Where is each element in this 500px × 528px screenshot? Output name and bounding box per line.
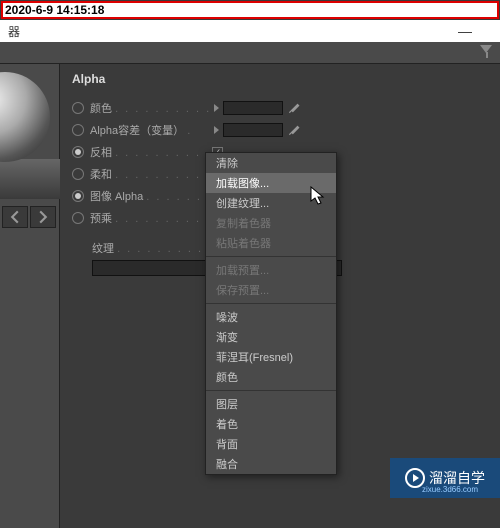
menu-paste-shader: 粘贴着色器 xyxy=(206,233,336,253)
window-title: 器 xyxy=(8,23,20,40)
prop-alpha-tol-label: Alpha容差（变量） . xyxy=(90,122,210,138)
radio-image-alpha[interactable] xyxy=(72,190,84,202)
menu-copy-shader: 复制着色器 xyxy=(206,213,336,233)
radio-soft[interactable] xyxy=(72,168,84,180)
watermark: 溜溜自学 zixue.3d66.com xyxy=(390,458,500,498)
panel-title: Alpha xyxy=(72,72,488,86)
prop-alpha-tolerance-row: Alpha容差（变量） . xyxy=(72,120,488,140)
eyedropper-icon[interactable] xyxy=(287,101,301,115)
menu-save-preset: 保存预置... xyxy=(206,280,336,300)
nav-right-button[interactable] xyxy=(30,206,56,228)
prop-color-label: 颜色 . . . . . . . . . . xyxy=(90,100,210,116)
radio-alpha-tol[interactable] xyxy=(72,124,84,136)
menu-shade[interactable]: 着色 xyxy=(206,414,336,434)
nav-left-button[interactable] xyxy=(2,206,28,228)
menu-backface[interactable]: 背面 xyxy=(206,434,336,454)
menu-separator xyxy=(206,303,336,304)
prop-premul-label: 预乘 . . . . . . . . . . xyxy=(90,210,210,226)
menu-separator xyxy=(206,256,336,257)
menu-gradient[interactable]: 渐变 xyxy=(206,327,336,347)
preview-column xyxy=(0,64,60,528)
context-menu: 清除 加载图像... 创建纹理... 复制着色器 粘贴着色器 加载预置... 保… xyxy=(205,152,337,475)
menu-load-preset: 加载预置... xyxy=(206,260,336,280)
prop-image-alpha-label: 图像 Alpha . . . . . . xyxy=(90,188,210,204)
timestamp-bar: 2020-6-9 14:15:18 xyxy=(1,1,499,19)
menu-layer[interactable]: 图层 xyxy=(206,394,336,414)
alpha-tol-swatch[interactable] xyxy=(223,123,283,137)
eyedropper-icon[interactable] xyxy=(287,123,301,137)
timestamp-text: 2020-6-9 14:15:18 xyxy=(5,3,104,17)
window-titlebar: 器 — xyxy=(0,20,500,42)
preview-ground xyxy=(0,159,60,199)
menu-clear[interactable]: 清除 xyxy=(206,153,336,173)
menu-create-texture[interactable]: 创建纹理... xyxy=(206,193,336,213)
preview-toolbar xyxy=(0,204,60,230)
prop-invert-label: 反相 . . . . . . . . . . xyxy=(90,144,210,160)
radio-color[interactable] xyxy=(72,102,84,114)
color-swatch[interactable] xyxy=(223,101,283,115)
dropdown-handle-icon xyxy=(486,52,488,58)
prop-color-row: 颜色 . . . . . . . . . . xyxy=(72,98,488,118)
radio-invert[interactable] xyxy=(72,146,84,158)
menu-color[interactable]: 颜色 xyxy=(206,367,336,387)
toolbar xyxy=(0,42,500,64)
menu-separator xyxy=(206,390,336,391)
radio-premul[interactable] xyxy=(72,212,84,224)
prop-soft-label: 柔和 . . . . . . . . . . xyxy=(90,166,210,182)
material-preview-sphere[interactable] xyxy=(0,72,50,162)
menu-load-image[interactable]: 加载图像... xyxy=(206,173,336,193)
arrow-icon[interactable] xyxy=(214,126,219,134)
minimize-button[interactable]: — xyxy=(458,23,492,39)
watermark-sub: zixue.3d66.com xyxy=(422,485,478,494)
menu-blend[interactable]: 融合 xyxy=(206,454,336,474)
menu-noise[interactable]: 噪波 xyxy=(206,307,336,327)
menu-fresnel[interactable]: 菲涅耳(Fresnel) xyxy=(206,347,336,367)
arrow-icon[interactable] xyxy=(214,104,219,112)
